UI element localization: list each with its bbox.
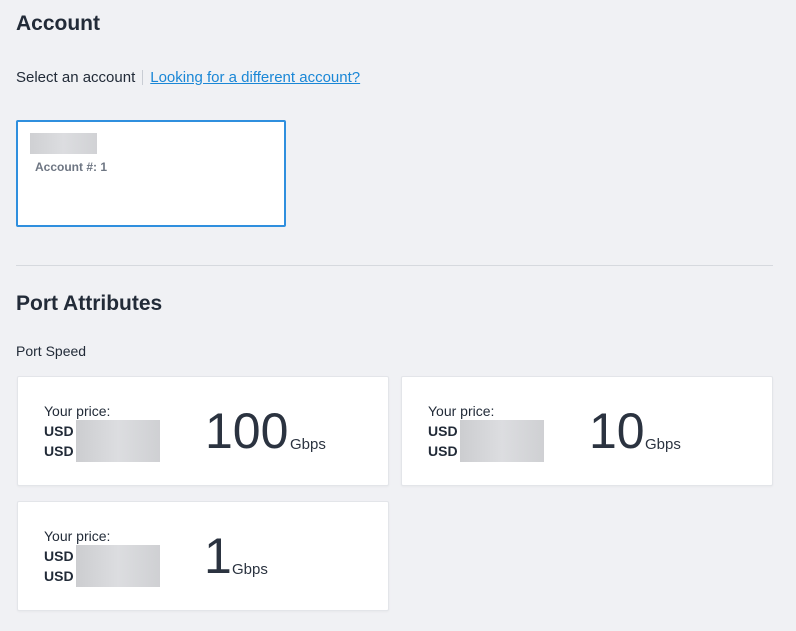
speed-value: 100 (205, 403, 289, 459)
port-speed-option-1[interactable]: Your price: USD USD 1 Gbps (17, 501, 389, 611)
redacted-price (76, 545, 160, 587)
currency-label: USD (44, 548, 74, 564)
speed-unit: Gbps (232, 561, 268, 578)
speed-unit: Gbps (290, 436, 326, 453)
port-speed-option-100[interactable]: Your price: USD USD 100 Gbps (17, 376, 389, 486)
currency-label: USD (428, 443, 458, 459)
port-attributes-title: Port Attributes (16, 292, 163, 315)
select-account-label: Select an account (16, 69, 136, 86)
select-account-row: Select an account Looking for a differen… (16, 69, 360, 86)
currency-label: USD (44, 568, 74, 584)
different-account-link[interactable]: Looking for a different account? (150, 69, 360, 86)
currency-label: USD (44, 423, 74, 439)
speed-value: 10 (589, 403, 645, 459)
redacted-price (76, 420, 160, 462)
redacted-price (460, 420, 544, 462)
redacted-account-name (30, 133, 97, 154)
speed-value: 1 (204, 528, 232, 584)
price-label: Your price: (44, 528, 111, 544)
separator (142, 70, 144, 85)
speed-unit: Gbps (645, 436, 681, 453)
section-divider (16, 265, 773, 266)
account-number: Account #: 1 (35, 160, 108, 174)
account-section-title: Account (16, 12, 100, 35)
price-label: Your price: (44, 403, 111, 419)
port-speed-option-10[interactable]: Your price: USD USD 10 Gbps (401, 376, 773, 486)
currency-label: USD (428, 423, 458, 439)
account-card[interactable]: Account #: 1 (16, 120, 286, 227)
currency-label: USD (44, 443, 74, 459)
port-speed-label: Port Speed (16, 343, 87, 359)
price-label: Your price: (428, 403, 495, 419)
